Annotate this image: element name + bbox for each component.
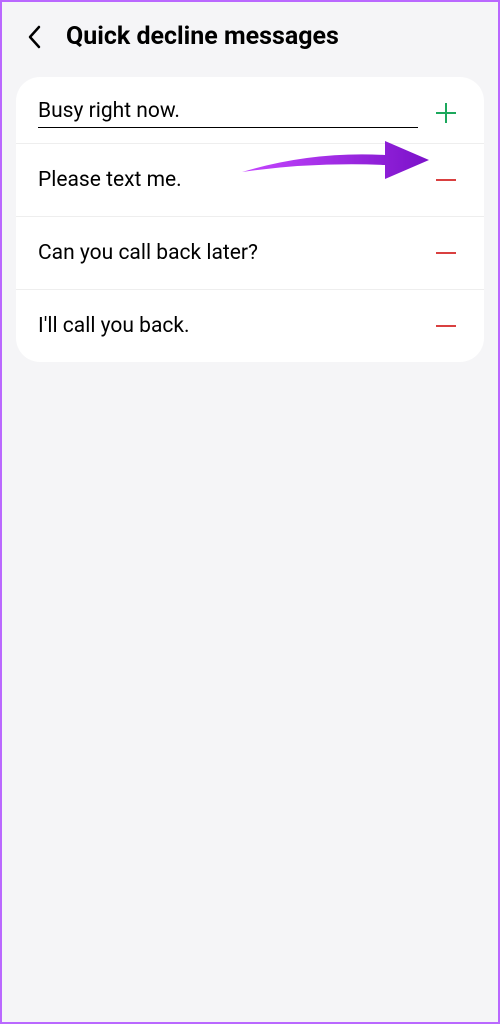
remove-message-button[interactable] (430, 237, 462, 269)
header: Quick decline messages (2, 2, 498, 67)
remove-message-button[interactable] (430, 310, 462, 342)
page-title: Quick decline messages (66, 22, 339, 51)
chevron-left-icon (26, 23, 44, 51)
message-text: Can you call back later? (38, 241, 258, 265)
back-button[interactable] (22, 24, 48, 50)
minus-icon (433, 313, 459, 339)
message-text: I'll call you back. (38, 314, 190, 338)
minus-icon (433, 240, 459, 266)
message-row: I'll call you back. (16, 289, 484, 362)
new-message-input[interactable]: Busy right now. (38, 99, 418, 128)
input-row: Busy right now. (16, 77, 484, 143)
message-text: Please text me. (38, 168, 182, 192)
add-message-button[interactable] (430, 97, 462, 129)
plus-icon (433, 100, 459, 126)
remove-message-button[interactable] (430, 164, 462, 196)
messages-card: Busy right now. Please text me. Can you … (16, 77, 484, 362)
message-row: Please text me. (16, 143, 484, 216)
minus-icon (433, 167, 459, 193)
input-value: Busy right now. (38, 99, 418, 128)
message-row: Can you call back later? (16, 216, 484, 289)
